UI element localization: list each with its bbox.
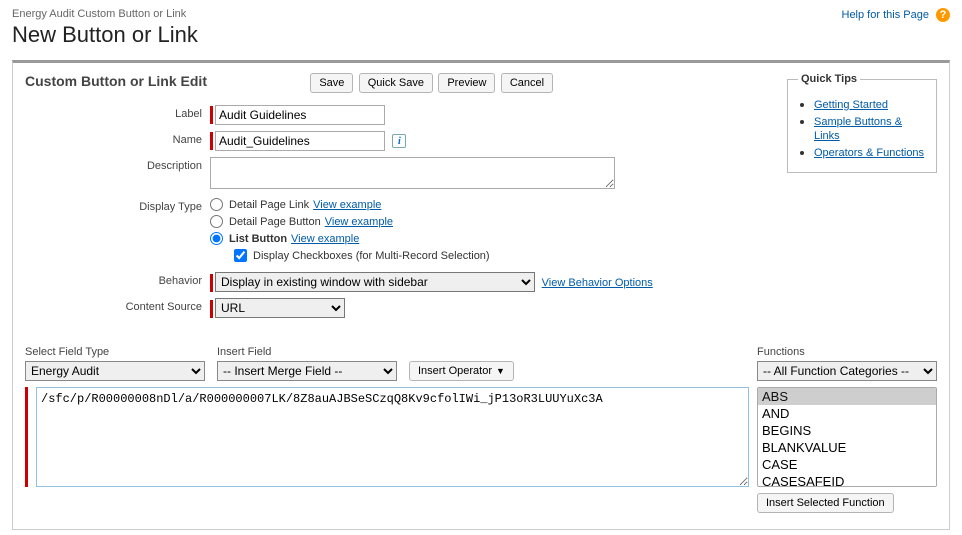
breadcrumb: Energy Audit Custom Button or Link [12,8,950,20]
quick-tip-link[interactable]: Getting Started [814,99,888,111]
required-bar [210,274,213,292]
quick-save-button[interactable]: Quick Save [359,73,433,93]
display-type-radio-button[interactable] [210,215,223,228]
info-icon[interactable]: i [392,134,406,148]
select-field-type-label: Select Field Type [25,346,205,358]
display-type-option: Detail Page Button [229,216,321,228]
function-option[interactable]: CASE [758,456,936,473]
quick-tip-link[interactable]: Sample Buttons & Links [814,116,902,142]
display-type-label: Display Type [25,198,210,213]
preview-button[interactable]: Preview [438,73,495,93]
quick-tip-link[interactable]: Operators & Functions [814,147,924,159]
required-bar [210,106,213,124]
display-checkboxes-checkbox[interactable] [234,249,247,262]
functions-label: Functions [757,346,937,358]
label-input[interactable] [215,105,385,125]
name-label: Name [25,131,210,146]
select-field-type[interactable]: Energy Audit [25,361,205,381]
function-option[interactable]: ABS [758,388,936,405]
url-editor[interactable] [36,387,749,487]
required-bar [210,300,213,318]
content-source-select[interactable]: URL [215,298,345,318]
function-option[interactable]: AND [758,405,936,422]
help-icon[interactable]: ? [936,8,950,22]
label-label: Label [25,105,210,120]
display-type-radio-link[interactable] [210,198,223,211]
display-type-option: List Button [229,233,287,245]
insert-operator-label: Insert Operator [418,365,492,377]
insert-field-label: Insert Field [217,346,397,358]
behavior-label: Behavior [25,272,210,287]
content-source-label: Content Source [25,298,210,313]
view-example-link[interactable]: View example [313,199,381,211]
name-input[interactable] [215,131,385,151]
view-example-link[interactable]: View example [291,233,359,245]
quick-tips-box: Quick Tips Getting Started Sample Button… [787,73,937,173]
behavior-select[interactable]: Display in existing window with sidebar [215,272,535,292]
description-input[interactable] [210,157,615,189]
help-for-page-link[interactable]: Help for this Page [842,9,929,21]
insert-operator-button[interactable]: Insert Operator ▼ [409,361,514,381]
function-category-select[interactable]: -- All Function Categories -- [757,361,937,381]
function-option[interactable]: BEGINS [758,422,936,439]
display-checkboxes-label: Display Checkboxes (for Multi-Record Sel… [253,250,490,262]
description-label: Description [25,157,210,172]
cancel-button[interactable]: Cancel [501,73,553,93]
view-example-link[interactable]: View example [325,216,393,228]
page-title: New Button or Link [12,22,950,48]
insert-selected-function-button[interactable]: Insert Selected Function [757,493,894,513]
required-bar [210,132,213,150]
required-bar [25,387,28,487]
quick-tips-legend: Quick Tips [798,73,860,85]
save-button[interactable]: Save [310,73,353,93]
view-behavior-options-link[interactable]: View Behavior Options [542,277,653,289]
section-title: Custom Button or Link Edit [25,73,207,89]
insert-field-select[interactable]: -- Insert Merge Field -- [217,361,397,381]
function-option[interactable]: BLANKVALUE [758,439,936,456]
display-type-radio-list[interactable] [210,232,223,245]
display-type-option: Detail Page Link [229,199,309,211]
function-option[interactable]: CASESAFEID [758,473,936,487]
functions-list[interactable]: ABS AND BEGINS BLANKVALUE CASE CASESAFEI… [757,387,937,487]
chevron-down-icon: ▼ [496,366,505,376]
